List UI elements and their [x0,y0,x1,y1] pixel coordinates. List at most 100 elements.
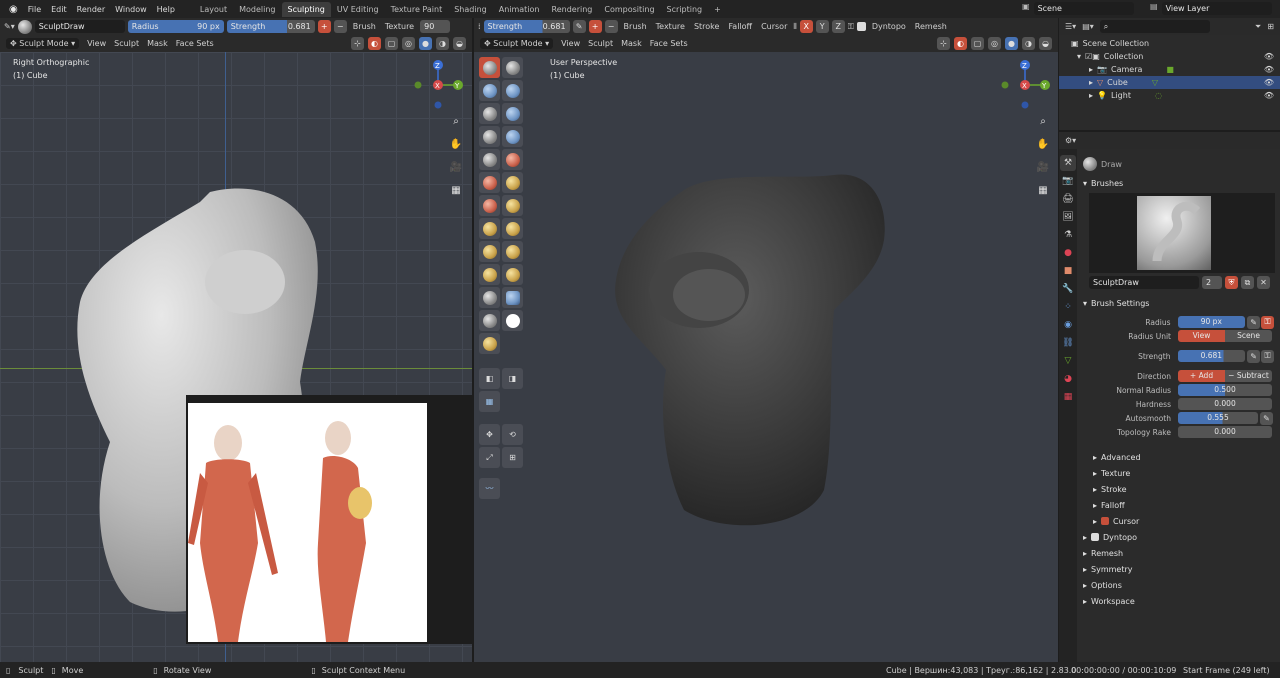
texture-dropdown-right[interactable]: Texture [653,22,688,31]
menu-mask-left[interactable]: Mask [147,39,168,48]
outliner-scene-collection[interactable]: ▣ Scene Collection [1059,37,1280,50]
subtract-direction-icon[interactable]: − [333,20,347,33]
xray-toggle-icon-right[interactable]: ▢ [971,37,984,50]
brush-dropdown[interactable]: Brush [350,22,379,31]
brush-settings-section[interactable]: ▾ Brush Settings [1083,295,1274,311]
transform-tool[interactable]: ⊞ [502,447,523,468]
pan-hand-icon[interactable]: ✋ [447,135,465,153]
material-shading-icon-right[interactable]: ◑ [1022,37,1035,50]
properties-editor-icon[interactable]: ⚙▾ [1065,136,1076,145]
constraints-tab[interactable]: ⛓ [1060,335,1076,351]
topology-rake-field[interactable]: 0.000 [1178,426,1272,438]
cursor-subpanel[interactable]: ▸ Cursor [1083,513,1274,529]
output-tab[interactable]: 🖨 [1060,191,1076,207]
box-hide-tool[interactable]: ◨ [502,368,523,389]
scrape-tool[interactable] [479,195,500,216]
render-tab[interactable]: 📷 [1060,173,1076,189]
falloff-subpanel[interactable]: ▸ Falloff [1083,497,1274,513]
texture-dropdown[interactable]: Texture [382,22,417,31]
zoom-icon[interactable]: ⌕ [447,112,465,130]
navigation-gizmo-right[interactable]: Z Y X [1000,60,1050,110]
clay-tool[interactable] [479,80,500,101]
material-shading-icon[interactable]: ◑ [436,37,449,50]
flatten-tool[interactable] [479,172,500,193]
direction-add[interactable]: + Add [1178,370,1225,382]
strength-field-right[interactable]: Strength 0.681 [483,20,570,33]
radius-unit-scene[interactable]: Scene [1225,330,1272,342]
view-layer-field[interactable]: View Layer [1161,2,1272,15]
menu-render[interactable]: Render [72,5,110,14]
navigation-gizmo[interactable]: Z Y X [413,60,463,110]
draw-brush-tool[interactable] [479,57,500,78]
blender-logo-icon[interactable]: ◉ [4,4,23,15]
outliner-editor-icon[interactable]: ☰▾ [1065,22,1076,31]
elastic-deform-tool[interactable] [479,241,500,262]
menu-window[interactable]: Window [110,5,152,14]
advanced-subpanel[interactable]: ▸ Advanced [1083,449,1274,465]
workspace-section[interactable]: ▸ Workspace [1083,593,1274,609]
dyntopo-prop-checkbox[interactable] [1091,533,1100,541]
stroke-dropdown[interactable]: Stroke [691,22,723,31]
cursor-checkbox[interactable] [1101,517,1110,525]
radius-prop-field[interactable]: 90 px [1177,316,1246,328]
solid-shading-icon-right[interactable]: ● [1005,37,1018,50]
tab-layout[interactable]: Layout [194,2,233,17]
remesh-section[interactable]: ▸ Remesh [1083,545,1274,561]
gizmo-toggle-icon[interactable]: ⊹ [351,37,364,50]
thumb-tool[interactable] [479,264,500,285]
clay-thumb-tool[interactable] [479,103,500,124]
brush-preview-icon[interactable] [17,19,32,34]
outliner-item-cube[interactable]: ▸ ▽ Cube ▽ 👁 [1059,76,1280,89]
sculpt-mode-dropdown[interactable]: ✥ Sculpt Mode ▾ [6,38,80,49]
radius-field[interactable]: Radius 90 px [127,20,224,33]
object-tab[interactable]: ■ [1060,263,1076,279]
tool-tab[interactable]: ⚒ [1060,155,1076,171]
visibility-eye-icon[interactable]: 👁 [1264,52,1274,61]
wireframe-shading-icon[interactable]: ◎ [402,37,415,50]
normal-radius-field[interactable]: 0.500 [1178,384,1272,396]
material-tab[interactable]: ◕ [1060,371,1076,387]
autosmooth-field[interactable]: 0.555 [1178,412,1258,424]
rotate-tool[interactable]: ⟲ [502,424,523,445]
menu-sculpt-left[interactable]: Sculpt [114,39,139,48]
expand-icon[interactable]: ▾ [1077,52,1081,61]
outliner-item-camera[interactable]: ▸ 📷 Camera ■ 👁 [1059,63,1280,76]
pen-pressure-icon[interactable]: ⁞ [478,22,481,31]
tab-texture-paint[interactable]: Texture Paint [385,2,449,17]
menu-face-sets-right[interactable]: Face Sets [650,39,688,48]
nudge-tool[interactable] [479,287,500,308]
autosmooth-pressure-icon[interactable]: ✎ [1260,411,1273,425]
filter-icon[interactable]: ⏷ [1255,22,1261,32]
strength-prop-field[interactable]: 0.681 [1177,350,1246,362]
right-viewport[interactable]: User Perspective (1) Cube ◧ ◨ ▦ ✥ ⟲ ⤢ ⊞ … [474,52,1058,662]
mesh-filter-tool[interactable]: ▦ [479,391,500,412]
direction-subtract[interactable]: − Subtract [1225,370,1272,382]
overlay-toggle-icon-right[interactable]: ◐ [954,37,967,50]
wireframe-shading-icon-right[interactable]: ◎ [988,37,1001,50]
brush-users-count[interactable]: 2 [1202,276,1222,289]
move-tool[interactable]: ✥ [479,424,500,445]
strength-pressure-icon[interactable]: ✎ [1247,349,1261,363]
symmetry-x-toggle[interactable]: X [799,20,813,33]
cursor-dropdown[interactable]: Cursor [758,22,790,31]
smooth-tool[interactable] [502,149,523,170]
brush-dropdown-right[interactable]: Brush [621,22,650,31]
strength-lock-icon[interactable]: ⚿ [1261,349,1274,363]
scale-tool[interactable]: ⤢ [479,447,500,468]
expand-icon[interactable]: ▸ [1089,91,1093,100]
brush-name-field-prop[interactable]: SculptDraw [1089,276,1199,289]
pan-hand-icon-right[interactable]: ✋ [1034,135,1052,153]
clay-strips-tool[interactable] [502,80,523,101]
reference-image-panel[interactable] [186,395,472,644]
world-tab[interactable]: ● [1060,245,1076,261]
display-mode-icon[interactable]: ▤▾ [1082,22,1094,31]
fake-user-icon[interactable]: ⛨ [1225,276,1238,289]
outliner-item-light[interactable]: ▸ 💡 Light ◌ 👁 [1059,89,1280,102]
add-direction-icon-right[interactable]: + [588,20,602,33]
brushes-section[interactable]: ▾ Brushes [1083,175,1274,191]
hardness-field[interactable]: 0.000 [1178,398,1272,410]
snake-hook-tool[interactable] [502,241,523,262]
mask-tool[interactable] [502,310,523,331]
menu-mask-right[interactable]: Mask [621,39,642,48]
duplicate-brush-icon[interactable]: ⧉ [1241,276,1254,289]
